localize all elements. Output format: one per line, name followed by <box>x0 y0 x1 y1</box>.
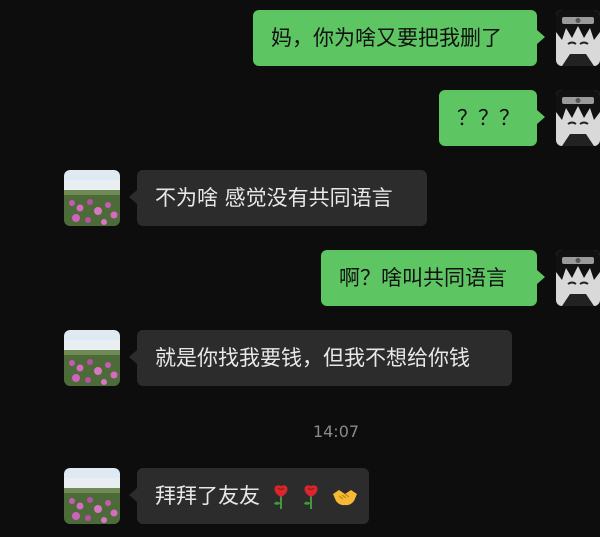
rose-icon <box>301 484 321 510</box>
message-row-incoming: 就是你找我要钱，但我不想给你钱 <box>0 330 600 386</box>
contact-avatar[interactable] <box>64 468 120 524</box>
message-text: ？？？ <box>457 106 520 130</box>
anime-character-avatar-icon <box>556 250 600 306</box>
flower-field-avatar-icon <box>64 468 120 524</box>
message-bubble-incoming[interactable]: 不为啥 感觉没有共同语言 <box>137 170 427 226</box>
bubble-tail <box>129 190 137 204</box>
contact-avatar[interactable] <box>64 170 120 226</box>
my-avatar[interactable] <box>556 10 600 66</box>
bubble-tail <box>537 110 545 124</box>
message-bubble-outgoing[interactable]: 啊？啥叫共同语言 <box>321 250 537 306</box>
bubble-tail <box>537 30 545 44</box>
message-bubble-outgoing[interactable]: ？？？ <box>439 90 537 146</box>
bubble-tail <box>129 350 137 364</box>
message-text: 就是你找我要钱，但我不想给你钱 <box>155 346 470 370</box>
message-row-incoming: 不为啥 感觉没有共同语言 <box>0 170 600 226</box>
anime-character-avatar-icon <box>556 90 600 146</box>
message-row-outgoing: 妈，你为啥又要把我删了 <box>0 10 600 66</box>
flower-field-avatar-icon <box>64 170 120 226</box>
message-text: 妈，你为啥又要把我删了 <box>271 26 502 50</box>
message-text: 拜拜了友友 <box>155 484 260 508</box>
rose-icon <box>271 484 291 510</box>
message-row-outgoing: 啊？啥叫共同语言 <box>0 250 600 306</box>
anime-character-avatar-icon <box>556 10 600 66</box>
message-bubble-incoming[interactable]: 拜拜了友友 <box>137 468 369 524</box>
my-avatar[interactable] <box>556 90 600 146</box>
message-text: 啊？啥叫共同语言 <box>339 266 507 290</box>
message-timestamp: 14:07 <box>312 422 360 441</box>
message-row-outgoing: ？？？ <box>0 90 600 146</box>
flower-field-avatar-icon <box>64 330 120 386</box>
contact-avatar[interactable] <box>64 330 120 386</box>
message-bubble-incoming[interactable]: 就是你找我要钱，但我不想给你钱 <box>137 330 512 386</box>
my-avatar[interactable] <box>556 250 600 306</box>
bubble-tail <box>537 270 545 284</box>
handshake-icon <box>332 486 358 508</box>
message-row-incoming: 拜拜了友友 <box>0 468 600 524</box>
bubble-tail <box>129 488 137 502</box>
message-text: 不为啥 感觉没有共同语言 <box>155 186 393 210</box>
message-bubble-outgoing[interactable]: 妈，你为啥又要把我删了 <box>253 10 537 66</box>
